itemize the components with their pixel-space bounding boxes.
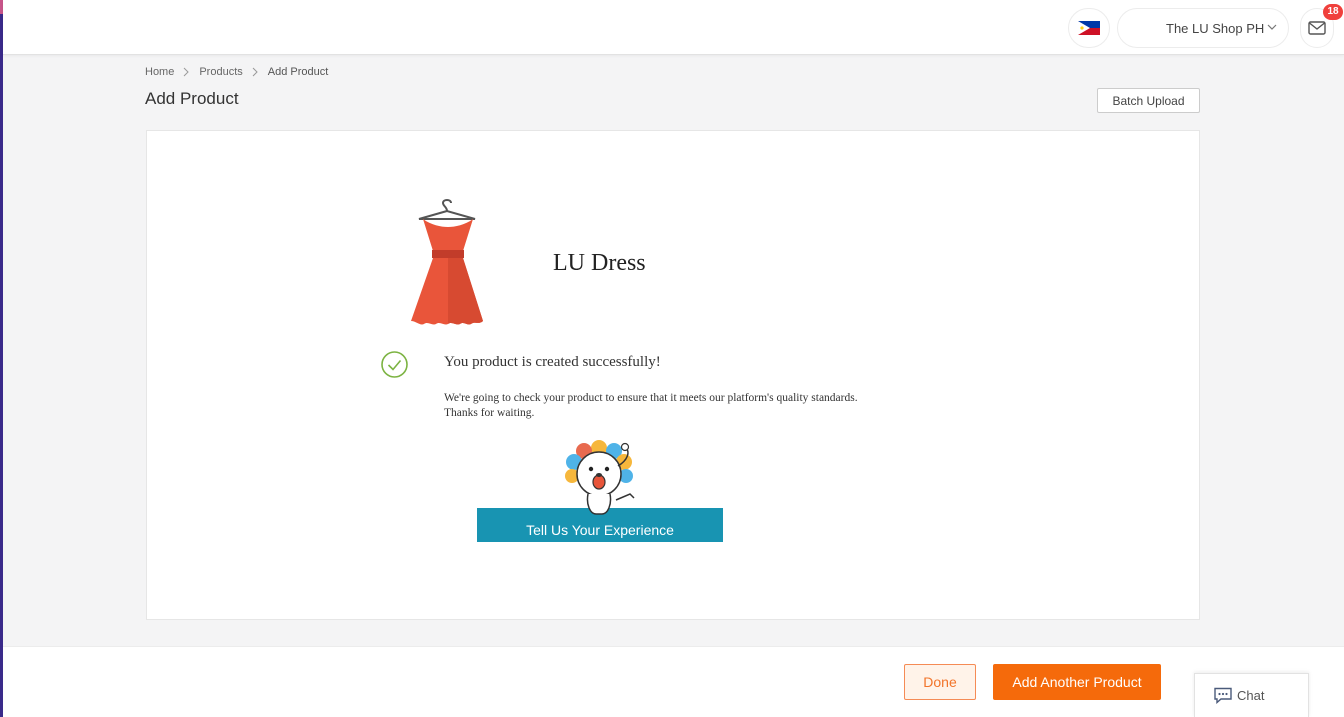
envelope-icon (1308, 21, 1326, 35)
add-another-product-button[interactable]: Add Another Product (993, 664, 1161, 700)
chevron-down-icon (1267, 24, 1277, 30)
country-selector[interactable] (1068, 8, 1110, 48)
result-card (146, 130, 1200, 620)
success-title: You product is created successfully! (444, 354, 661, 370)
breadcrumb: Home Products Add Product (145, 66, 328, 78)
window-left-edge (0, 0, 3, 717)
breadcrumb-home[interactable]: Home (145, 66, 174, 78)
chat-bubble-icon (1214, 687, 1232, 704)
chat-button[interactable]: Chat (1194, 673, 1309, 717)
lion-mascot-icon (565, 440, 635, 515)
chat-label: Chat (1237, 688, 1265, 703)
chevron-right-icon (252, 67, 259, 77)
shop-name: The LU Shop PH (1166, 21, 1265, 36)
shop-selector[interactable]: The LU Shop PH (1117, 8, 1289, 48)
dress-icon (411, 199, 483, 325)
page-title: Add Product (145, 89, 239, 108)
success-check-icon (381, 351, 408, 378)
philippines-flag-icon (1078, 21, 1100, 35)
success-note: We're going to check your product to ens… (444, 392, 858, 419)
breadcrumb-current: Add Product (267, 66, 329, 78)
product-name: LU Dress (553, 250, 646, 276)
done-button[interactable]: Done (904, 664, 976, 700)
notification-badge: 18 (1323, 4, 1343, 20)
chevron-right-icon (183, 67, 190, 77)
batch-upload-button[interactable]: Batch Upload (1097, 88, 1200, 113)
breadcrumb-products[interactable]: Products (199, 66, 242, 78)
